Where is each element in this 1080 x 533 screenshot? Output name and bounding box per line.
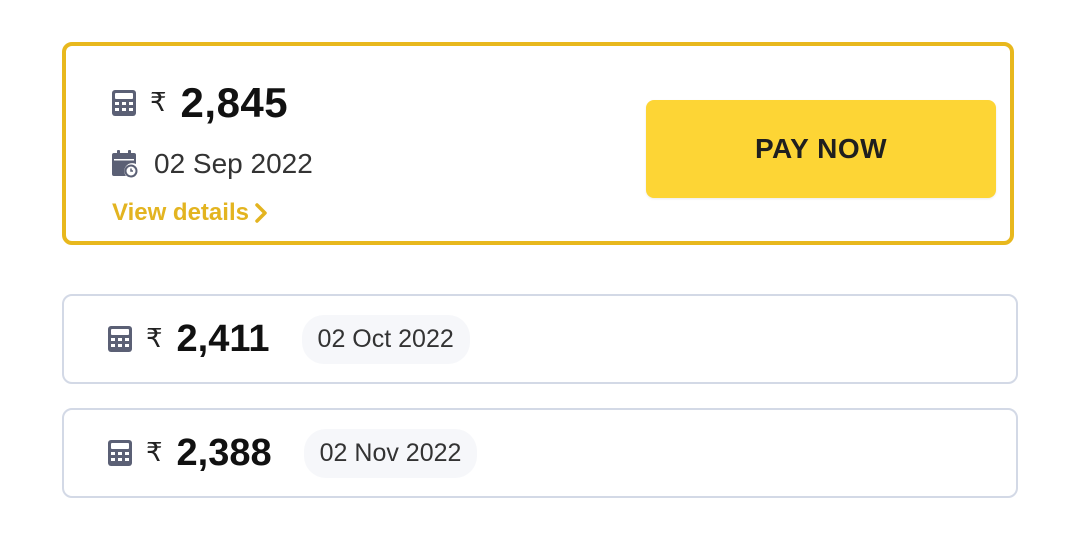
installment-amount: 2,411 — [176, 317, 270, 360]
pay-now-button[interactable]: PAY NOW — [646, 100, 996, 198]
view-details-label: View details — [112, 199, 249, 226]
currency-symbol: ₹ — [150, 88, 167, 118]
upcoming-installment-card: ₹ 2,411 02 Oct 2022 — [62, 294, 1018, 384]
installment-date-badge: 02 Nov 2022 — [303, 428, 478, 478]
current-amount: 2,845 — [180, 79, 289, 126]
view-details-row: View details — [112, 196, 267, 230]
calculator-icon — [108, 326, 132, 352]
calculator-icon — [112, 90, 136, 116]
chevron-right-icon — [249, 203, 267, 223]
installment-date-badge: 02 Oct 2022 — [301, 314, 470, 364]
current-installment-card: ₹ 2,845 02 Sep 2022 View details PAY NOW — [62, 42, 1014, 245]
upcoming-installment-card: ₹ 2,388 02 Nov 2022 — [62, 408, 1018, 498]
currency-symbol: ₹ — [146, 324, 163, 354]
installment-amount: 2,388 — [176, 431, 272, 474]
emi-schedule-screen: ₹ 2,845 02 Sep 2022 View details PAY NOW… — [0, 0, 1080, 533]
current-amount-row: ₹ 2,845 — [112, 78, 288, 128]
currency-symbol: ₹ — [146, 438, 163, 468]
calendar-clock-icon — [112, 150, 138, 178]
calculator-icon — [108, 440, 132, 466]
current-due-date: 02 Sep 2022 — [154, 148, 313, 179]
current-date-row: 02 Sep 2022 — [112, 144, 313, 184]
view-details-link[interactable]: View details — [112, 199, 267, 227]
